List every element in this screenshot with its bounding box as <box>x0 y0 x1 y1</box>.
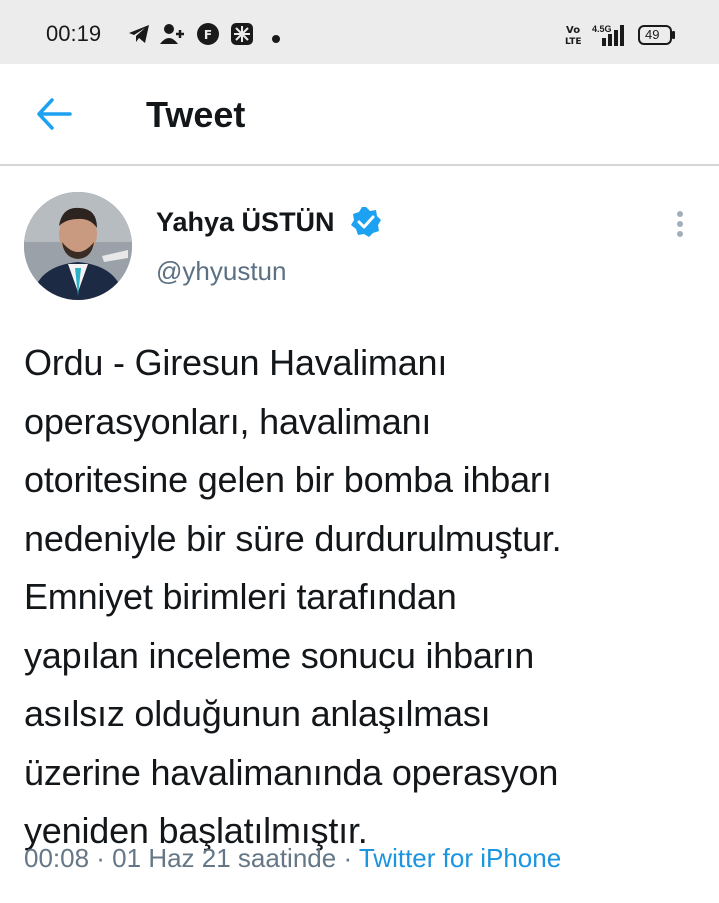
notification-dot-icon <box>271 31 281 49</box>
svg-text:LTE: LTE <box>565 37 582 46</box>
person-add-icon <box>160 22 186 51</box>
tweet-text-line: üzerine havalimanında operasyon <box>24 751 559 793</box>
tweet-text-line: asılsız olduğunun anlaşılması <box>24 693 491 734</box>
tweet-text: Ordu - Giresun Havalimanı operasyonları,… <box>24 334 704 861</box>
tweet-text-line: operasyonları, havalimanı <box>24 400 432 442</box>
author-name[interactable]: Yahya ÜSTÜN <box>156 207 335 238</box>
telegram-icon <box>128 24 150 49</box>
status-bar: 00:19 F Vo LTE 4.5G 49 <box>0 0 719 64</box>
battery-level: 49 <box>645 27 660 42</box>
volte-icon: Vo LTE <box>564 22 586 51</box>
app-header: Tweet <box>0 64 719 166</box>
app-icon <box>230 22 254 51</box>
tweet-text-line: Emniyet birimleri tarafından <box>24 576 457 617</box>
arrow-left-icon <box>30 98 78 142</box>
verified-badge-icon <box>350 206 382 238</box>
tweet-source-link[interactable]: Twitter for iPhone <box>359 843 561 873</box>
tweet-text-line: yapılan inceleme sonucu ihbarın <box>24 634 535 676</box>
tweet-meta: 00:08 · 01 Haz 21 saatinde · Twitter for… <box>24 843 561 874</box>
page-title: Tweet <box>146 94 246 135</box>
more-vertical-icon <box>664 211 696 246</box>
svg-text:Vo: Vo <box>566 25 580 36</box>
avatar[interactable] <box>24 192 132 300</box>
tweet-text-line: nedeniyle bir süre durdurulmuştur. <box>24 517 562 559</box>
tweet-text-line: Ordu - Giresun Havalimanı <box>24 342 448 383</box>
tweet-text-line: otoritesine gelen bir bomba ihbarı <box>24 459 552 500</box>
back-button[interactable] <box>30 90 78 138</box>
signal-icon <box>598 24 628 51</box>
status-time: 00:19 <box>46 21 102 46</box>
author-handle[interactable]: @yhyustun <box>156 256 286 287</box>
more-options-button[interactable] <box>664 206 696 242</box>
fl-app-icon: F <box>196 22 220 51</box>
tweet-timestamp: 00:08 · 01 Haz 21 saatinde · <box>24 843 359 873</box>
svg-text:F: F <box>204 28 212 42</box>
